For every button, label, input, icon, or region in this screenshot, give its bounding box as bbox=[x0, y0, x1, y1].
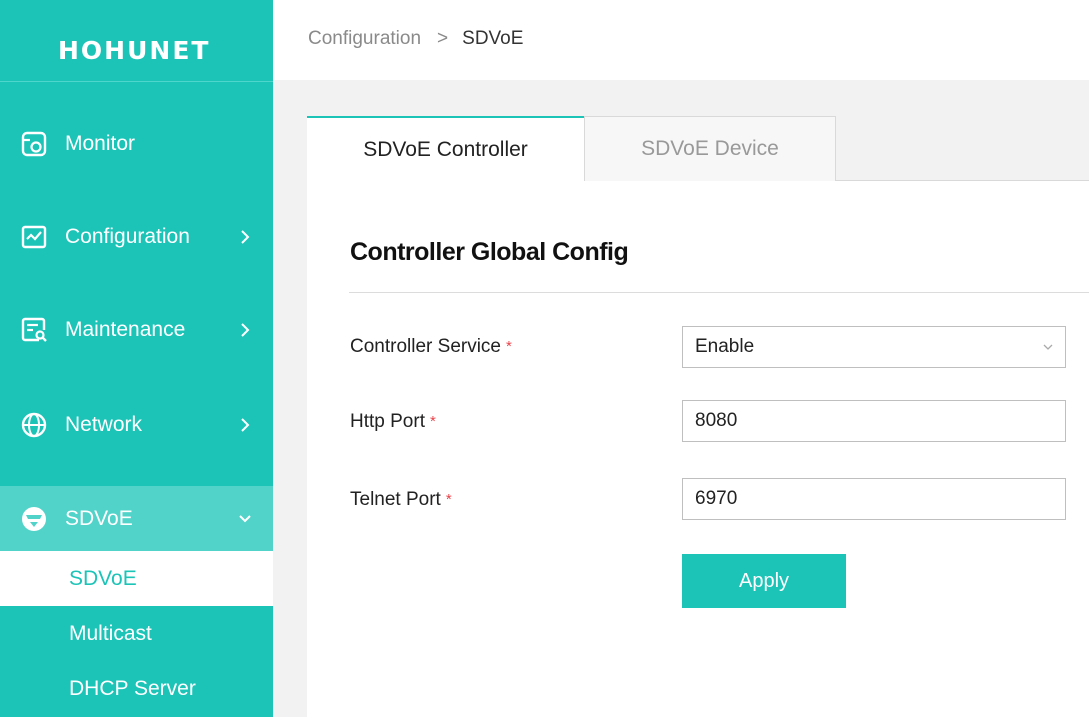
breadcrumb-parent[interactable]: Configuration bbox=[308, 28, 421, 50]
globe-icon bbox=[20, 411, 48, 439]
sidebar-item-label: SDVoE bbox=[65, 506, 133, 530]
select-value: Enable bbox=[695, 336, 755, 357]
breadcrumb-current: SDVoE bbox=[462, 28, 524, 49]
sidebar-item-maintenance[interactable]: Maintenance bbox=[0, 298, 273, 362]
maintenance-icon bbox=[20, 316, 48, 344]
telnet-port-input[interactable] bbox=[682, 478, 1066, 520]
subitem-multicast[interactable]: Multicast bbox=[0, 606, 273, 661]
breadcrumb: Configuration > SDVoE bbox=[308, 28, 523, 50]
required-mark: * bbox=[429, 413, 436, 430]
subitem-label: Multicast bbox=[69, 621, 152, 645]
chevron-down-icon bbox=[239, 514, 251, 522]
subitem-label: SDVoE bbox=[69, 566, 137, 590]
sidebar-item-configuration[interactable]: Configuration bbox=[0, 205, 273, 269]
field-label: Telnet Port bbox=[350, 489, 441, 510]
breadcrumb-separator: > bbox=[437, 28, 449, 49]
chevron-down-icon bbox=[1043, 344, 1053, 350]
chevron-right-icon bbox=[241, 230, 250, 244]
divider bbox=[349, 292, 1089, 293]
topbar: Configuration > SDVoE bbox=[273, 0, 1089, 80]
sidebar-item-network[interactable]: Network bbox=[0, 393, 273, 457]
sidebar-item-sdvoe[interactable]: SDVoE bbox=[0, 486, 273, 551]
subitem-dhcp-server[interactable]: DHCP Server bbox=[0, 661, 273, 716]
tab-sdvoe-controller[interactable]: SDVoE Controller bbox=[307, 116, 584, 182]
monitor-icon bbox=[20, 130, 48, 158]
logo-area: HOHUNET bbox=[0, 0, 273, 82]
sidebar-item-label: Maintenance bbox=[65, 318, 186, 341]
field-label: Http Port bbox=[350, 411, 425, 432]
content-card: SDVoE Controller SDVoE Device Controller… bbox=[307, 116, 1089, 717]
sdvoe-icon bbox=[20, 505, 48, 533]
chevron-right-icon bbox=[241, 323, 250, 337]
subitem-sdvoe[interactable]: SDVoE bbox=[0, 551, 273, 606]
tab-sdvoe-device[interactable]: SDVoE Device bbox=[584, 116, 836, 181]
sidebar-item-monitor[interactable]: Monitor bbox=[0, 112, 273, 176]
subitem-label: DHCP Server bbox=[69, 676, 196, 700]
http-port-label: Http Port * bbox=[350, 411, 436, 433]
sidebar-item-label: Network bbox=[65, 413, 143, 436]
brand-logo: HOHUNET bbox=[58, 36, 211, 65]
tab-bar: SDVoE Controller SDVoE Device bbox=[307, 116, 1089, 182]
section-title: Controller Global Config bbox=[350, 238, 629, 266]
required-mark: * bbox=[506, 338, 512, 355]
controller-service-label: Controller Service * bbox=[350, 336, 512, 358]
field-label: Controller Service bbox=[350, 336, 501, 357]
required-mark: * bbox=[445, 491, 452, 508]
configuration-icon bbox=[20, 223, 48, 251]
apply-button[interactable]: Apply bbox=[682, 554, 846, 608]
telnet-port-label: Telnet Port * bbox=[350, 489, 452, 511]
controller-service-select[interactable]: Enable bbox=[682, 326, 1066, 368]
sidebar-item-label: Monitor bbox=[65, 132, 136, 155]
sidebar: HOHUNET Monitor Configuration Maintenanc… bbox=[0, 0, 273, 717]
sidebar-item-label: Configuration bbox=[65, 225, 190, 248]
http-port-input[interactable] bbox=[682, 400, 1066, 442]
chevron-right-icon bbox=[241, 418, 250, 432]
